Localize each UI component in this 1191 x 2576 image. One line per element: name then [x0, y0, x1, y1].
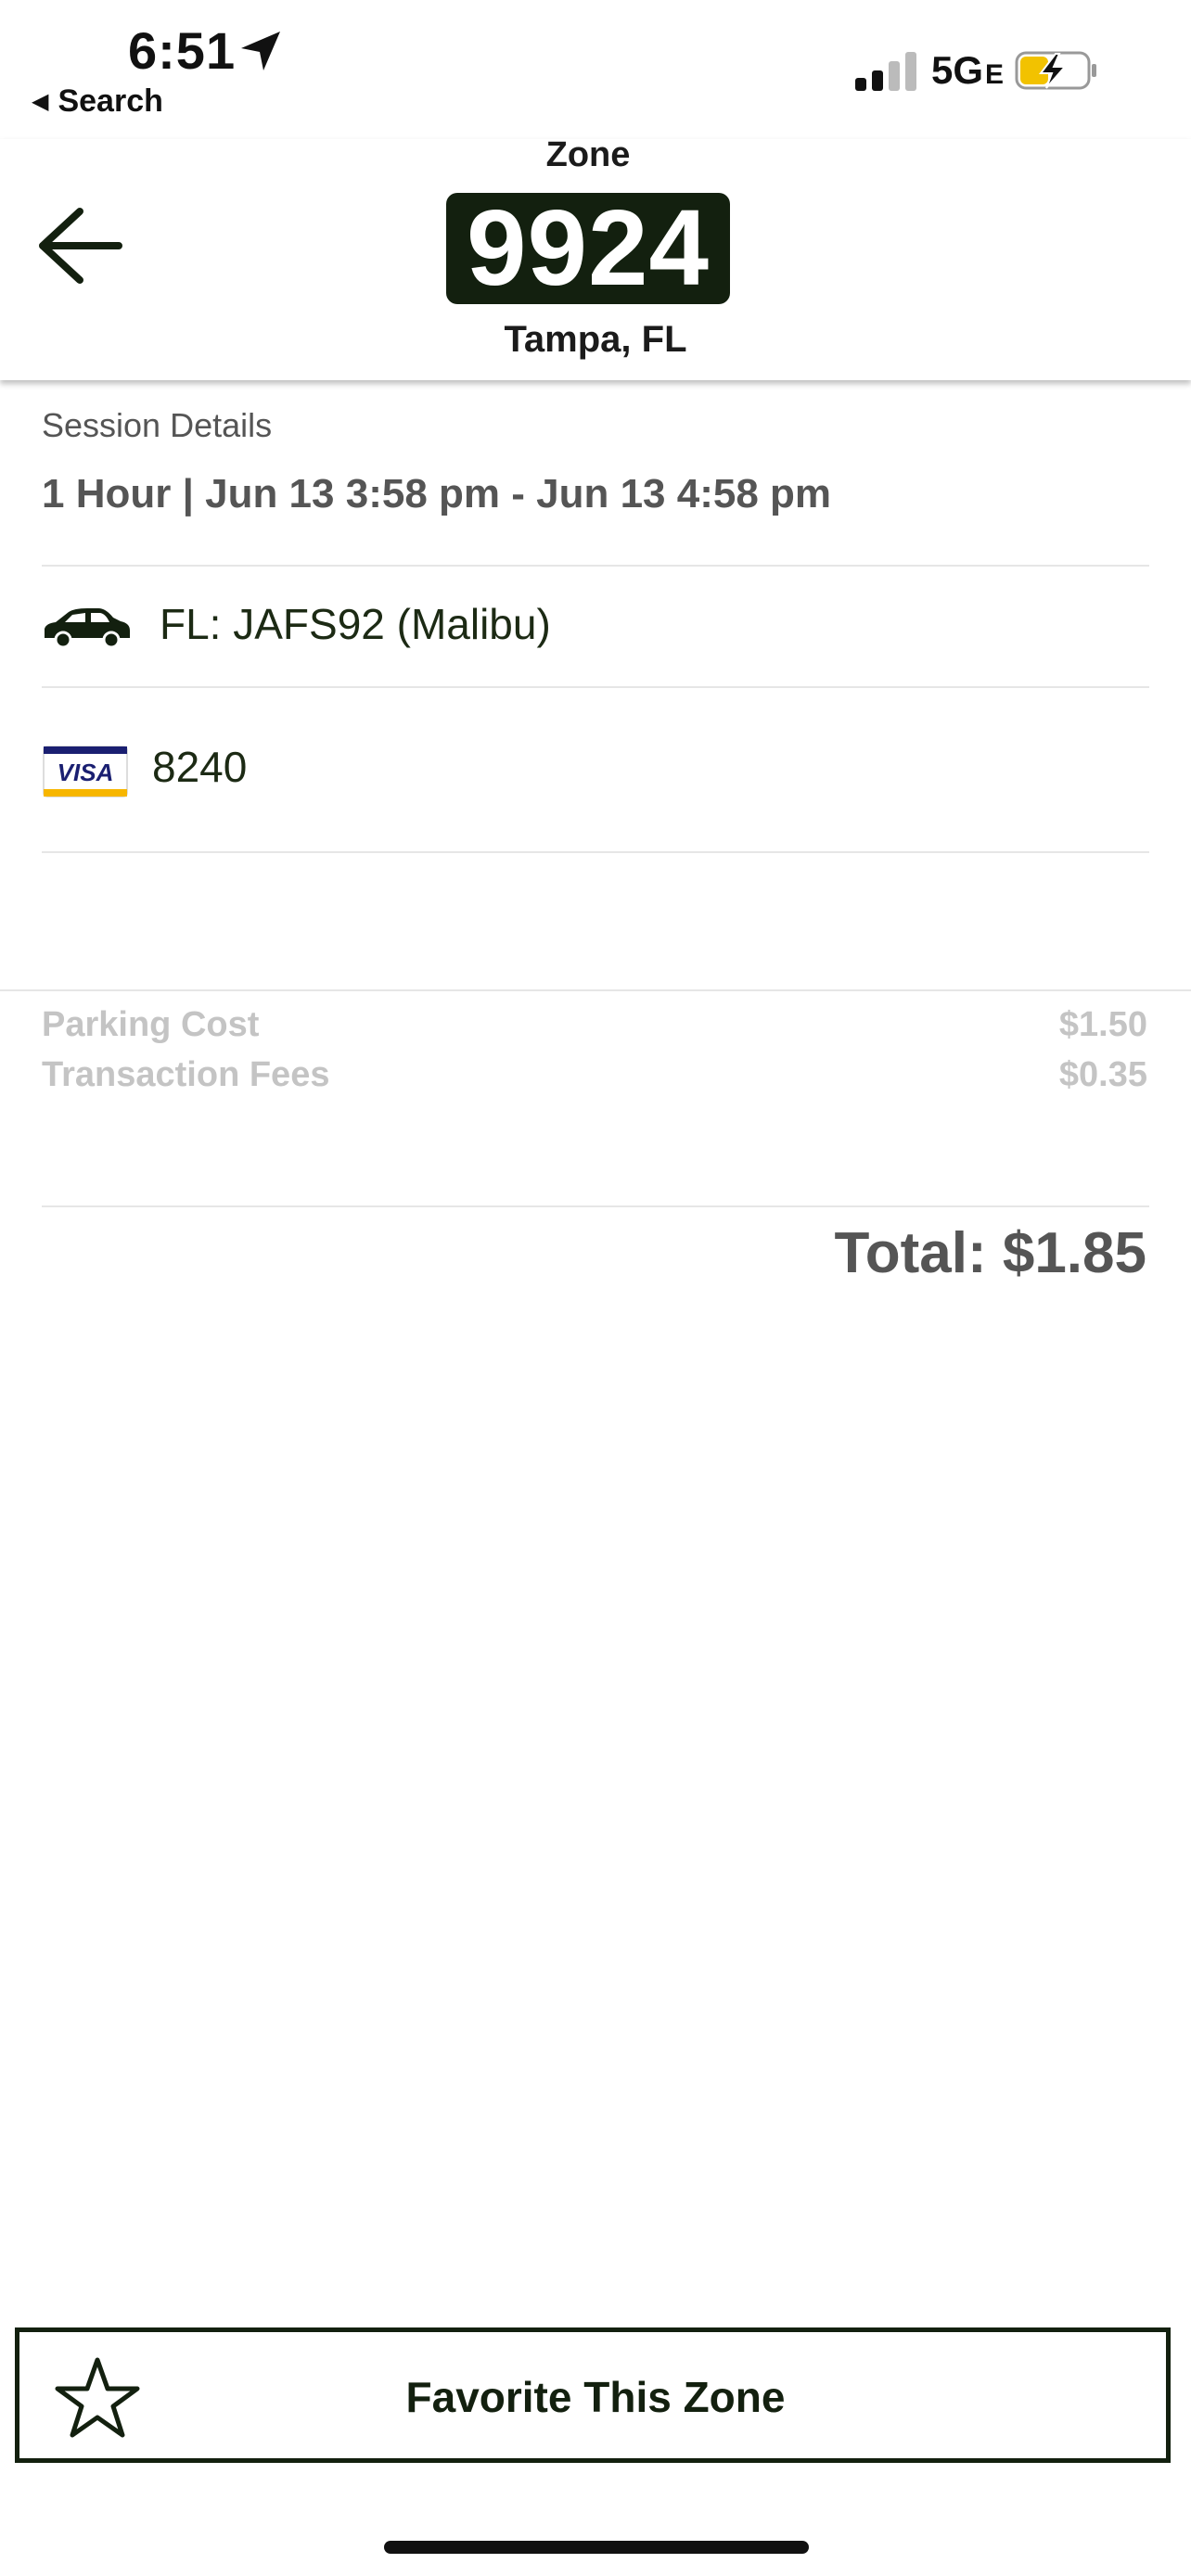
- back-to-search-link[interactable]: ◀ Search: [32, 83, 163, 120]
- favorite-zone-label[interactable]: Favorite This Zone: [0, 2372, 1191, 2422]
- signal-strength-icon: [855, 48, 920, 91]
- divider: [42, 686, 1149, 688]
- status-time: 6:51: [128, 21, 237, 80]
- divider: [42, 851, 1149, 853]
- battery-charging-icon: [1015, 51, 1096, 90]
- visa-card-icon: VISA: [43, 746, 128, 797]
- svg-text:VISA: VISA: [58, 759, 114, 786]
- zone-city: Tampa, FL: [504, 319, 687, 360]
- transaction-fees-value: $0.35: [1058, 1055, 1147, 1094]
- divider: [42, 1205, 1149, 1207]
- back-arrow-icon[interactable]: [37, 206, 124, 286]
- divider: [0, 989, 1191, 991]
- car-icon: [45, 608, 130, 647]
- card-last-four[interactable]: 8240: [152, 742, 247, 792]
- transaction-fees-label: Transaction Fees: [42, 1055, 330, 1094]
- home-indicator[interactable]: [384, 2541, 809, 2554]
- parking-cost-label: Parking Cost: [42, 1005, 260, 1044]
- back-triangle-icon: ◀: [32, 89, 49, 114]
- session-duration: 1 Hour | Jun 13 3:58 pm - Jun 13 4:58 pm: [42, 471, 832, 516]
- network-type: 5GE: [931, 48, 1005, 92]
- zone-label: Zone: [545, 135, 631, 174]
- total-amount: Total: $1.85: [834, 1221, 1146, 1285]
- vehicle-plate[interactable]: FL: JAFS92 (Malibu): [160, 599, 551, 649]
- zone-number: 9924: [466, 187, 711, 308]
- divider: [42, 565, 1149, 567]
- location-arrow-icon: [241, 32, 280, 70]
- session-details-title: Session Details: [42, 406, 273, 444]
- parking-cost-value: $1.50: [1058, 1005, 1147, 1044]
